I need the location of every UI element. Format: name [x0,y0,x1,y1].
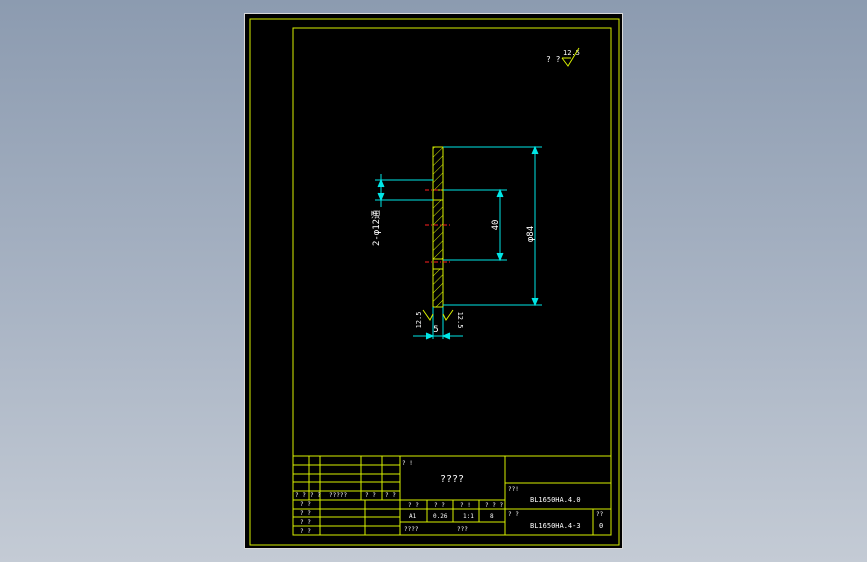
tb-part-name: ???? [440,474,464,485]
tb-rev-cell: ? ? [385,492,396,499]
tb-spec-header: ? ! [460,502,471,509]
left-face-finish: 12.5 [415,309,434,329]
tb-code-value: BL1650HA.4-3 [530,522,581,530]
tb-scale-label: ??? [457,526,468,533]
dim-thickness: 5 [433,325,438,335]
tb-sign-row: ? ? [300,510,311,517]
plate-hatched-upper [432,146,444,191]
drawing-sheet: ? ? 12.5 φ84 40 2-φ12通 5 12.5 12.5 ? ! ?… [244,13,623,549]
cad-drawing: ? ? 12.5 φ84 40 2-φ12通 5 12.5 12.5 ? ! ?… [249,18,620,546]
tb-rev-cell: ? ? [295,492,306,499]
tb-top-left-label: ? ! [402,460,413,467]
plate-hatched-middle [432,199,444,260]
tb-spec-header: ? ? ? [485,502,503,509]
tb-spec-value: A1 [409,513,417,520]
dimension-lines [375,145,542,340]
part-section [432,146,444,308]
tb-rev-cell: ? ? [310,492,321,499]
tb-rev-cell: ? ? [365,492,376,499]
tb-drawing-label: ??! [508,486,519,493]
finish-right-icon [442,309,454,321]
tb-sheet-label: ?? [596,511,604,518]
general-surface-finish: ? ? 12.5 [546,47,580,67]
dim-holes: 2-φ12通 [371,210,382,246]
tb-drawing-number: BL1650HA.4.0 [530,496,581,504]
tb-sign-row: ? ? [300,528,311,535]
dim-outer-diameter: φ84 [526,226,536,242]
finish-left-icon [422,309,434,321]
right-face-finish: 12.5 [442,309,464,329]
tb-sheet-value: 0 [599,522,603,530]
tb-spec-header: ? ? [434,502,445,509]
tb-spec-value: 0.26 [433,513,448,520]
tb-spec-value: 1:1 [463,513,474,520]
dim-hole-spacing: 40 [491,220,501,231]
tb-rev-cell: ????? [329,492,347,499]
tb-spec-value: 8 [490,513,494,520]
tb-spec-header: ? ? [408,502,419,509]
drawing-frame [292,27,612,536]
tb-sign-row: ? ? [300,519,311,526]
tb-sign-row: ? ? [300,501,311,508]
tb-material-label: ???? [404,526,419,533]
finish-right-value: 12.5 [456,312,464,329]
plate-hatched-lower [432,268,444,308]
finish-left-value: 12.5 [415,312,423,329]
tb-code-label: ? ? [508,511,519,518]
finish-general-label: ? ? [546,55,561,64]
title-block-text: ? ! ???? ??! BL1650HA.4.0 ? ? BL1650HA.4… [295,460,604,535]
